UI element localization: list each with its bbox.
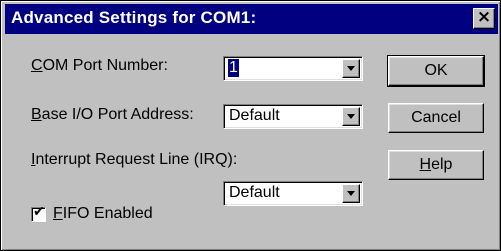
com-port-number-label-text: OM Port Number: xyxy=(42,57,168,74)
com-port-number-label-mnemonic: C xyxy=(31,57,43,74)
help-button[interactable]: Help xyxy=(388,150,484,180)
fifo-enabled-label-mnemonic: F xyxy=(53,205,63,222)
base-io-port-address-label-mnemonic: B xyxy=(31,106,42,123)
irq-select[interactable]: Default xyxy=(223,181,363,206)
irq-label: Interrupt Request Line (IRQ): xyxy=(31,151,237,169)
close-icon: × xyxy=(476,7,492,27)
base-io-port-address-dropdown-arrow-icon[interactable] xyxy=(342,107,360,126)
com-port-number-label: COM Port Number: xyxy=(31,57,168,75)
base-io-port-address-label-text: ase I/O Port Address: xyxy=(41,106,194,123)
fifo-enabled-label[interactable]: FIFO Enabled xyxy=(53,205,153,223)
fifo-enabled-label-text: IFO Enabled xyxy=(62,205,153,222)
window-title: Advanced Settings for COM1: xyxy=(11,8,257,27)
fifo-enabled-checkbox[interactable]: ✔ xyxy=(31,204,46,222)
advanced-settings-dialog: Advanced Settings for COM1: × COM Port N… xyxy=(0,0,501,251)
ok-button[interactable]: OK xyxy=(387,55,485,87)
title-bar: Advanced Settings for COM1: × xyxy=(5,4,498,34)
checkmark-icon: ✔ xyxy=(33,204,45,220)
irq-dropdown-arrow-icon[interactable] xyxy=(342,184,360,203)
irq-label-text: nterrupt Request Line (IRQ): xyxy=(35,151,238,168)
irq-value: Default xyxy=(229,184,280,201)
close-button[interactable]: × xyxy=(473,7,495,29)
base-io-port-address-label: Base I/O Port Address: xyxy=(31,106,194,124)
base-io-port-address-value: Default xyxy=(229,107,280,124)
help-button-mnemonic: H xyxy=(419,156,432,173)
cancel-button[interactable]: Cancel xyxy=(388,103,484,133)
com-port-number-dropdown-arrow-icon[interactable] xyxy=(342,59,360,78)
base-io-port-address-select[interactable]: Default xyxy=(223,104,363,129)
com-port-number-select[interactable]: 1 xyxy=(223,56,363,81)
help-button-text: elp xyxy=(431,156,453,173)
com-port-number-value: 1 xyxy=(228,59,239,77)
